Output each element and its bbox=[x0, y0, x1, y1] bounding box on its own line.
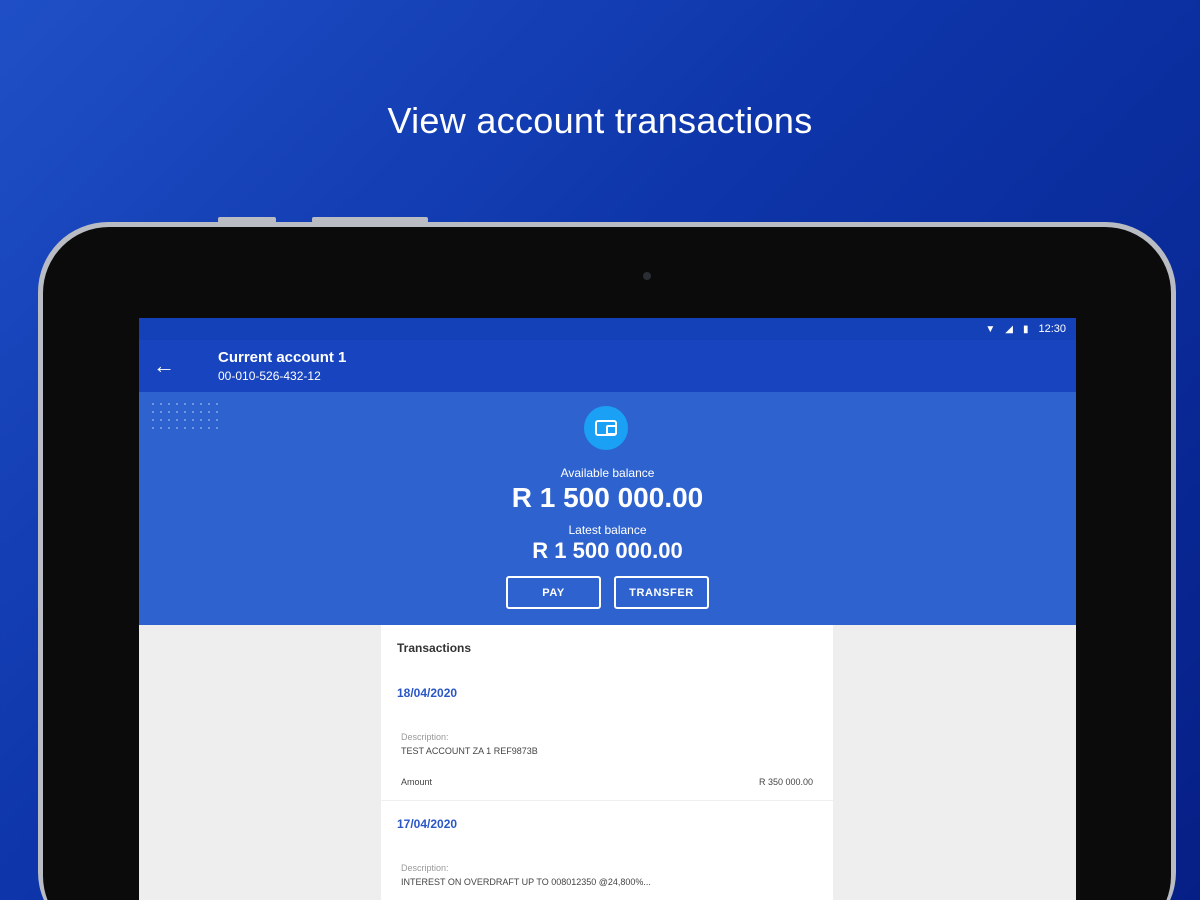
balance-panel: Available balance R 1 500 000.00 Latest … bbox=[139, 392, 1076, 625]
app-screen: ▼ ◢ ▮ 12:30 ← Current account 1 00-010-5… bbox=[139, 318, 1076, 900]
amount-value: R 350 000.00 bbox=[758, 777, 813, 787]
available-balance-label: Available balance bbox=[560, 466, 655, 480]
transfer-button[interactable]: TRANSFER bbox=[614, 576, 709, 609]
transactions-card: Transactions 18/04/2020 Description: TES… bbox=[381, 625, 833, 900]
transaction-item[interactable]: 17/04/2020 Description: INTEREST ON OVER… bbox=[381, 801, 833, 887]
battery-icon: ▮ bbox=[1022, 323, 1029, 335]
status-bar: ▼ ◢ ▮ 12:30 bbox=[139, 318, 1076, 340]
description-value: INTEREST ON OVERDRAFT UP TO 008012350 @2… bbox=[401, 877, 651, 887]
amount-label: Amount bbox=[401, 777, 433, 787]
description-label: Description: bbox=[401, 863, 449, 873]
camera-icon bbox=[643, 272, 651, 280]
available-balance-amount: R 1 500 000.00 bbox=[511, 482, 704, 513]
account-title: Current account 1 00-010-526-432-12 bbox=[218, 349, 346, 383]
transaction-item[interactable]: 18/04/2020 Description: TEST ACCOUNT ZA … bbox=[381, 655, 833, 801]
latest-balance-amount: R 1 500 000.00 bbox=[532, 538, 683, 563]
transactions-heading: Transactions bbox=[397, 641, 472, 655]
wifi-icon: ▼ bbox=[985, 323, 996, 335]
description-value: TEST ACCOUNT ZA 1 REF9873B bbox=[401, 746, 538, 756]
latest-balance-label: Latest balance bbox=[568, 523, 647, 537]
amount-row: Amount R 350 000.00 bbox=[381, 756, 833, 787]
status-time: 12:30 bbox=[1038, 323, 1066, 335]
balance-actions: PAY TRANSFER bbox=[139, 576, 1076, 609]
wallet-icon bbox=[584, 406, 628, 450]
description-label: Description: bbox=[401, 732, 449, 742]
back-arrow-icon[interactable]: ← bbox=[139, 355, 189, 377]
signal-icon: ◢ bbox=[1005, 323, 1013, 335]
decorative-dots bbox=[149, 400, 219, 434]
transaction-date: 18/04/2020 bbox=[397, 686, 458, 700]
account-number: 00-010-526-432-12 bbox=[218, 369, 321, 383]
app-bar: ← Current account 1 00-010-526-432-12 bbox=[139, 340, 1076, 392]
transaction-date: 17/04/2020 bbox=[397, 817, 458, 831]
account-name: Current account 1 bbox=[218, 349, 347, 366]
headline: View account transactions bbox=[387, 100, 813, 141]
pay-button[interactable]: PAY bbox=[506, 576, 601, 609]
